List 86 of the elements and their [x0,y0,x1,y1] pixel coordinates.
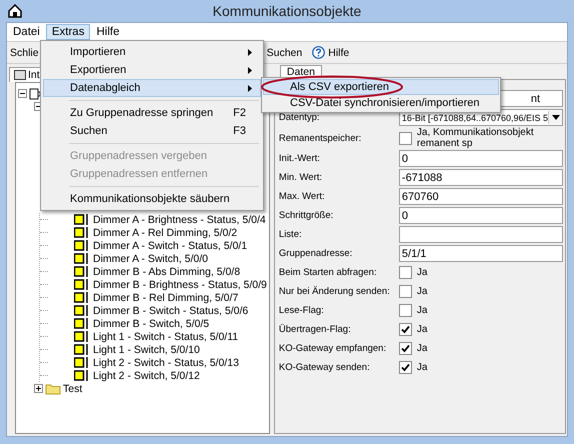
object-icon [74,292,89,303]
object-icon [74,305,89,316]
checkbox-label: Ja [416,305,428,316]
tree-item[interactable]: Dimmer A - Switch - Status, 5/0/1 [93,240,248,252]
object-icon [74,331,89,342]
submenu-arrow-icon [248,84,252,92]
dropdown-arrow-icon [552,115,560,120]
menu-item[interactable]: CSV-Datei synchronisieren/importieren [263,95,499,111]
tree-item[interactable]: Dimmer A - Switch, 5/0/0 [93,252,208,264]
menu-item[interactable]: Zu Gruppenadresse springen F2 [43,104,261,122]
tree-item[interactable]: Light 2 - Switch, 5/0/12 [93,370,200,382]
input-field[interactable]: 0 [398,150,564,167]
field-label: KO-Gateway empfangen: [278,343,386,354]
checkbox[interactable] [398,342,412,355]
checkbox[interactable] [398,266,412,279]
menu-item[interactable]: Importieren [43,43,261,61]
tree-item[interactable]: Light 1 - Switch - Status, 5/0/11 [93,330,238,342]
tree-item[interactable]: Dimmer B - Switch, 5/0/5 [93,318,210,330]
tree-item[interactable]: Dimmer B - Rel Dimming, 5/0/7 [93,292,238,304]
checkbox-label: Ja [416,267,428,278]
object-icon [74,344,89,355]
expand-icon[interactable] [34,384,43,393]
field-label: Gruppenadresse: [278,248,352,259]
tree-item[interactable]: Dimmer B - Switch - Status, 5/0/6 [93,304,248,316]
field-label: Beim Starten abfragen: [278,267,377,278]
input-field[interactable] [398,226,564,243]
input-field[interactable]: 5/1/1 [398,245,564,262]
checkbox[interactable] [398,285,412,298]
field-label: Init.-Wert: [278,153,320,164]
field-label: Nur bei Änderung senden: [278,286,390,297]
submenu-arrow-icon [248,48,252,56]
object-icon [74,279,89,290]
house-icon [8,4,22,18]
tree-item[interactable]: Dimmer A - Brightness - Status, 5/0/4 [93,214,266,226]
field-label: Übertragen-Flag: [278,324,351,335]
toolbar-button[interactable]: Suchen [264,44,306,60]
tree-item[interactable]: Dimmer B - Brightness - Status, 5/0/9 [93,278,267,290]
checkbox-label: Ja [416,324,428,335]
field-label: Datentyp: [278,112,320,123]
checkbox-label: Ja, Kommunikationsobjekt remanent sp [416,127,535,149]
input-field[interactable]: 0 [398,207,564,224]
menu-item[interactable]: Datenabgleich [43,79,261,97]
object-icon [74,370,89,381]
field-label: Liste: [278,229,302,240]
object-icon [74,357,89,368]
menu-item[interactable]: Kommunikationsobjekte säubern [43,190,261,208]
field-label: Max. Wert: [278,191,325,202]
checkbox[interactable] [398,304,412,317]
input-field[interactable]: -671088 [398,169,564,186]
menu-item[interactable]: Suchen F3 [43,122,261,140]
menu-item[interactable]: Extras [46,24,90,40]
field-label: Schrittgröße: [278,210,334,221]
object-icon [74,266,89,277]
object-icon [74,240,89,251]
menu-item[interactable]: Hilfe [90,24,126,40]
help-button[interactable]: Hilfe [309,44,352,61]
field-label: Lese-Flag: [278,305,324,316]
window-title: Kommunikationsobjekte [212,3,362,19]
checkbox[interactable] [398,361,412,374]
toolbar-button[interactable]: Schlie [7,44,42,60]
menu-item[interactable]: Exportieren [43,61,261,79]
tree-item[interactable]: Dimmer A - Rel Dimming, 5/0/2 [93,226,238,238]
checkbox-label: Ja [416,362,428,373]
collapse-icon[interactable] [18,89,27,98]
submenu-arrow-icon [248,66,252,74]
input-field[interactable]: 670760 [398,188,564,205]
tree-item[interactable]: Light 2 - Switch - Status, 5/0/13 [93,356,239,368]
field-label: KO-Gateway senden: [278,362,370,373]
tree-item[interactable]: Test [63,382,82,394]
checkbox-label: Ja [416,286,428,297]
checkbox[interactable] [398,132,412,144]
object-icon [74,318,89,329]
object-icon [74,227,89,238]
folder-icon [45,382,61,394]
tree-item[interactable]: Dimmer B - Abs Dimming, 5/0/8 [93,266,240,278]
panel-icon [14,70,26,80]
object-icon [74,253,89,264]
menu-item[interactable]: Datei [7,24,46,40]
field-label: Min. Wert: [278,172,322,183]
device-icon [29,88,41,100]
object-icon [74,214,89,225]
tree-item[interactable]: Light 1 - Switch, 5/0/10 [93,344,200,356]
checkbox-label: Ja [416,343,428,354]
checkbox[interactable] [398,323,412,336]
field-label: Remanentspeicher: [278,132,362,144]
help-icon [312,46,326,59]
